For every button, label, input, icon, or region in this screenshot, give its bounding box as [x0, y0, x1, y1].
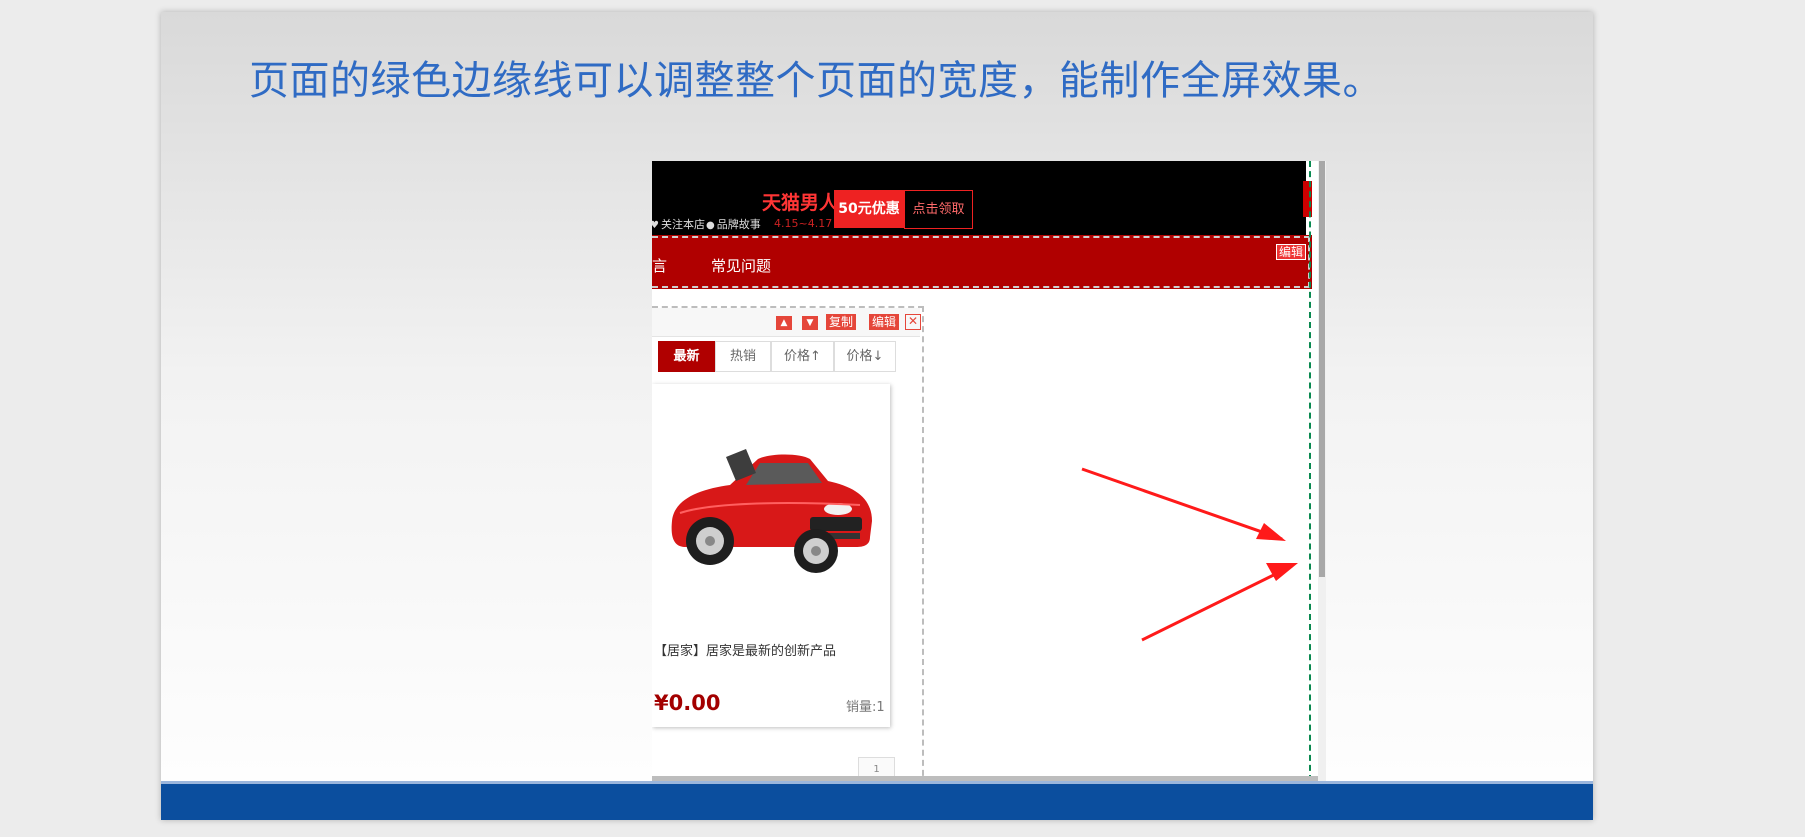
- shop-editor-screenshot: ♥关注本店 ●品牌故事 天猫男人节 4.15~4.17 50元优惠券 点击领取 …: [652, 161, 1326, 781]
- arrow-lower-line: [1141, 564, 1293, 642]
- arrow-lower-head: [1266, 563, 1298, 581]
- annotation-arrows: [1081, 467, 1298, 642]
- slide-title: 页面的绿色边缘线可以调整整个页面的宽度，能制作全屏效果。: [249, 58, 1383, 104]
- arrow-upper-line: [1081, 467, 1283, 541]
- slide-footer-bar: [161, 781, 1593, 820]
- presentation-slide: 页面的绿色边缘线可以调整整个页面的宽度，能制作全屏效果。 ♥ 关注本店 ● 品牌故事…: [161, 12, 1593, 820]
- vertical-scrollbar-thumb[interactable]: [1319, 161, 1325, 577]
- arrow-upper-head: [1256, 523, 1286, 541]
